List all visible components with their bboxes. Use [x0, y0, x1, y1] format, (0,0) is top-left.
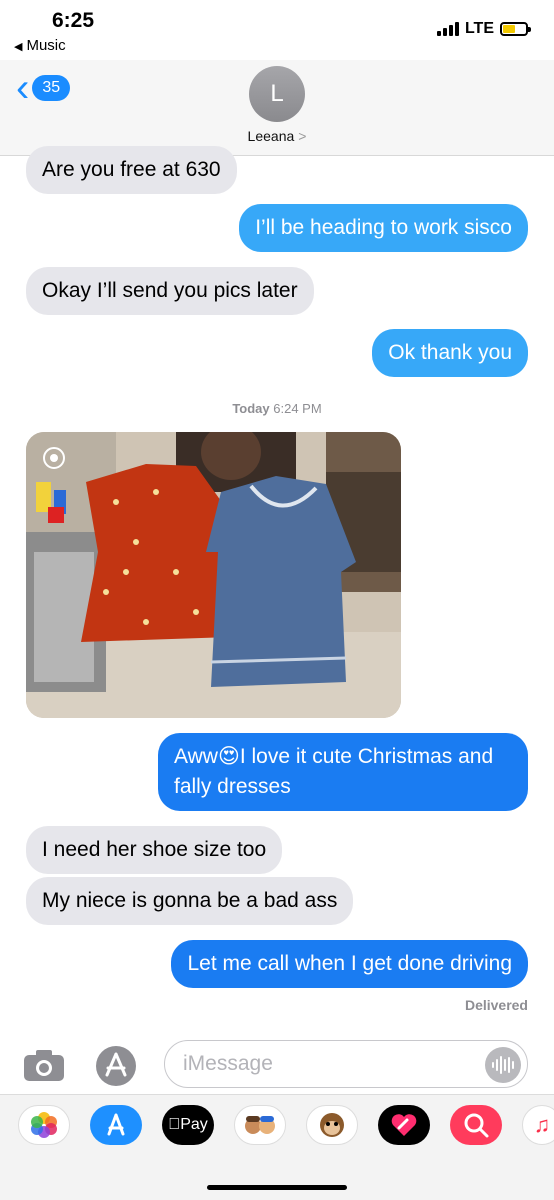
web-images-button[interactable]	[450, 1105, 502, 1145]
status-indicators: LTE	[436, 20, 531, 38]
music-app-icon: ♫	[533, 1112, 551, 1137]
message-bubble-incoming[interactable]: Okay I’ll send you pics later	[26, 267, 314, 315]
message-bubble-incoming[interactable]: Are you free at 630	[26, 146, 237, 194]
timestamp-time: 6:24 PM	[273, 401, 322, 416]
message-line: Aww😍I love it cute Christmas and	[174, 745, 494, 768]
contact-name: Leeana	[247, 128, 295, 144]
chevron-right-icon: >	[298, 128, 307, 144]
photo-attachment[interactable]	[26, 432, 401, 718]
message-input[interactable]: iMessage	[164, 1040, 528, 1088]
back-to-app-link[interactable]: ◀ Music	[14, 37, 66, 54]
message-line: fally dresses	[174, 775, 291, 798]
app-store-button[interactable]	[94, 1044, 138, 1088]
message-bubble-incoming[interactable]: My niece is gonna be a bad ass	[26, 877, 354, 925]
animoji-button[interactable]	[306, 1105, 358, 1145]
apple-pay-button[interactable]: Pay	[162, 1105, 214, 1145]
digital-touch-button[interactable]	[378, 1105, 430, 1145]
conversation-header: ‹ 35 L Leeana >	[0, 60, 554, 156]
digital-touch-icon	[391, 1114, 417, 1136]
audio-message-button[interactable]	[485, 1047, 521, 1083]
status-time: 6:25	[52, 9, 95, 32]
composer-bar: iMessage	[0, 1038, 554, 1094]
camera-button[interactable]	[22, 1047, 66, 1083]
unread-count-badge: 35	[32, 75, 71, 101]
contact-avatar[interactable]: L	[249, 66, 305, 122]
camera-icon	[24, 1050, 64, 1081]
apple-pay-icon: 	[168, 1116, 180, 1134]
photos-app-icon	[31, 1112, 57, 1138]
imessage-app-drawer: Pay ♫	[0, 1094, 554, 1200]
web-images-icon	[464, 1113, 489, 1138]
message-timestamp: Today 6:24 PM	[0, 401, 554, 416]
message-bubble-outgoing[interactable]: Aww😍I love it cute Christmas and fally d…	[158, 733, 528, 811]
animoji-monkey-icon	[320, 1113, 344, 1137]
memoji-icon	[245, 1116, 275, 1134]
battery-charging-icon	[500, 22, 531, 36]
dresses-photo-image	[26, 432, 401, 718]
memoji-button[interactable]	[234, 1105, 286, 1145]
app-store-drawer-button[interactable]	[90, 1105, 142, 1145]
home-indicator[interactable]	[207, 1185, 347, 1190]
back-button[interactable]: ‹ 35	[16, 66, 71, 110]
app-store-icon	[107, 1113, 125, 1136]
apple-pay-label: Pay	[174, 1116, 208, 1133]
music-app-button[interactable]: ♫	[522, 1105, 554, 1145]
photos-app-button[interactable]	[18, 1105, 70, 1145]
message-bubble-outgoing[interactable]: Let me call when I get done driving	[171, 940, 528, 988]
delivered-status: Delivered	[464, 997, 528, 1013]
message-bubble-outgoing[interactable]: Ok thank you	[372, 329, 528, 377]
network-label: LTE	[464, 20, 494, 37]
message-input-placeholder: iMessage	[183, 1052, 273, 1075]
back-app-label: Music	[26, 37, 66, 54]
app-store-icon	[96, 1046, 136, 1086]
contact-name-button[interactable]: Leeana >	[0, 128, 554, 144]
back-triangle-icon: ◀	[14, 41, 23, 53]
message-bubble-outgoing[interactable]: I’ll be heading to work sisco	[239, 204, 528, 252]
timestamp-day: Today	[232, 401, 270, 416]
chevron-left-icon: ‹	[16, 66, 30, 110]
signal-strength-icon	[436, 22, 459, 36]
message-bubble-incoming[interactable]: I need her shoe size too	[26, 826, 283, 874]
status-bar: 6:25 ◀ Music LTE	[0, 0, 554, 60]
